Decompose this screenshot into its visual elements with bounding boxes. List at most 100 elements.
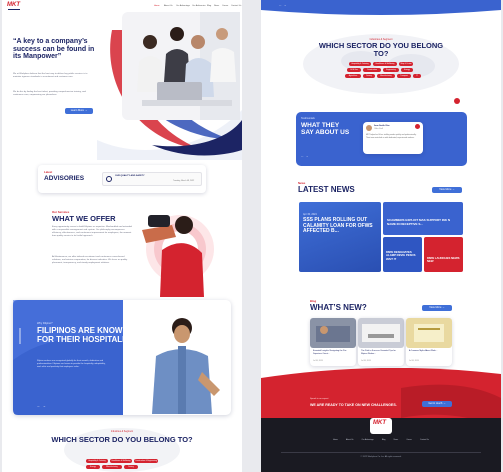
footer-copyright: © 2022 Workplace Co. Inc. All rights res… <box>360 456 402 458</box>
sector-pill[interactable]: Healthcare & Wellbeing <box>110 459 132 463</box>
filipinos-eyebrow: Why Filipino? <box>37 322 53 325</box>
news-main-card[interactable]: Apr 30, 2024 SSS PLANS ROLLING OUT CALAM… <box>299 202 381 272</box>
testimonial-text: MKT helped us fill our staffing needs qu… <box>366 134 417 139</box>
news-item-card[interactable]: DMW DESIGNATES ALAMP REVIE PESOS WAIT IT <box>383 237 422 272</box>
blog-post-date: Jul 16, 2024 <box>361 360 371 362</box>
cta-title: WE ARE READY TO TAKE ON NEW CHALLENGES. <box>310 403 397 407</box>
testimonials-eyebrow: Testimonials <box>301 117 315 120</box>
blog-post-title: Essential Insights: Navigating the Pre-D… <box>313 350 347 355</box>
hero-title: “A key to a company’s success can be fou… <box>13 38 95 61</box>
news-item-title: DMW DESIGNATES ALAMP REVIE PESOS WAIT IT <box>386 250 416 261</box>
arrow-right-icon: → <box>443 402 446 405</box>
advisory-item[interactable]: OUR QUALITY AND SAFETY Tuesday, March 08… <box>102 172 202 186</box>
sector-pill[interactable]: Ship & Cruise <box>399 62 413 66</box>
news-title: LATEST NEWS <box>298 185 355 194</box>
footer-link-news[interactable]: News <box>394 439 399 441</box>
sector-pill[interactable]: Manufacturing <box>102 465 122 469</box>
sector-pill[interactable]: Agriculture <box>345 74 361 78</box>
sector-pill[interactable]: Construction & Engineering <box>134 459 158 463</box>
footer-divider <box>281 452 481 453</box>
news-item-card[interactable]: SCAMMERS EXPLOIT MAS SUPPORT INK N NAME … <box>383 202 463 235</box>
footer-link-about[interactable]: About Us <box>346 439 353 441</box>
footer-logo[interactable]: MKT <box>373 420 386 426</box>
advisory-item-date: Tuesday, March 08, 2022 <box>173 180 195 182</box>
blog-post-card[interactable]: Essential Insights: Navigating the Pre-D… <box>310 318 356 366</box>
advisory-item-title: OUR QUALITY AND SAFETY <box>115 175 145 177</box>
blog-post-image <box>358 318 404 348</box>
footer-link-blog[interactable]: Blog <box>382 439 386 441</box>
cta-eyebrow: Speak to an expert <box>310 398 329 400</box>
landing-page-top: MKT Home About Us Our Advantage Our Advi… <box>2 0 242 472</box>
sector-world-map <box>64 428 180 472</box>
sector-pill[interactable]: Energy <box>86 465 100 469</box>
sector-world-map <box>303 34 459 94</box>
news-item-title: DMW LAUNCHES NEWS NEW <box>427 256 460 264</box>
sector-title: WHICH SECTOR DO YOU BELONG TO? <box>51 435 193 444</box>
cta-get-in-touch-button[interactable]: Get in touch → <box>422 401 452 407</box>
hero-team-photo <box>122 12 240 120</box>
filipino-man-photo <box>152 318 220 414</box>
offer-paragraph-1: Every opportunity serves to build Filipi… <box>52 226 132 237</box>
top-carousel-nav[interactable]: ← → <box>279 3 287 7</box>
sector-pill[interactable]: Driving <box>124 465 138 469</box>
blog-title: WHAT’S NEW? <box>310 303 367 312</box>
sector-pill[interactable]: Oil & Gas <box>347 68 361 72</box>
blog-post-image <box>406 318 452 348</box>
filipinos-accent-bar <box>19 328 21 344</box>
advisories-eyebrow: Latest <box>44 170 53 174</box>
testimonials-carousel-nav[interactable]: ← → <box>301 154 309 158</box>
sector-pill[interactable]: Hospitality & Catering <box>349 62 371 66</box>
testimonial-name: Jane Smith Olve <box>374 125 390 127</box>
filipinos-carousel-nav[interactable]: ← → <box>37 404 46 408</box>
quote-badge-icon <box>454 98 460 104</box>
sector-pill[interactable]: Driving <box>363 74 375 78</box>
blog-post-title: A Common Myths About Work... <box>409 350 438 352</box>
footer-link-career[interactable]: Career <box>406 439 412 441</box>
advisories-card: Latest ADVISORIES OUR QUALITY AND SAFETY… <box>38 165 206 193</box>
arrow-right-icon: → <box>84 109 88 112</box>
blog-view-more-button[interactable]: View More → <box>422 305 452 311</box>
quote-icon <box>415 124 420 129</box>
offer-title: WHAT WE OFFER <box>52 214 116 223</box>
arrow-right-icon: → <box>442 306 445 309</box>
top-blue-band <box>261 0 501 15</box>
footer-links: Home About Us Our Advantage Blog News Ca… <box>333 439 429 441</box>
hero-paragraph-2: We do this by finding the best talent, p… <box>13 91 86 96</box>
testimonial-card: Jane Smith Olve Office Staff MKT helped … <box>363 122 423 154</box>
hero-learn-more-button[interactable]: Learn More → <box>65 108 93 114</box>
sector-title: WHICH SECTOR DO YOU BELONG TO? <box>318 41 444 58</box>
sector-pill[interactable]: Construction <box>363 68 381 72</box>
sector-pill[interactable]: Healthcare & Wellbeing <box>373 62 397 66</box>
blog-post-card[interactable]: A Common Myths About Work... Jul 16, 202… <box>406 318 452 366</box>
sector-pill[interactable]: Manufacturing <box>377 74 395 78</box>
binoculars-man-photo <box>142 215 214 297</box>
news-item-title: SCAMMERS EXPLOIT MAS SUPPORT INK N NAME … <box>387 218 451 226</box>
sector-pill[interactable]: Engineering <box>383 68 399 72</box>
sector-pill[interactable]: IT <box>413 74 421 78</box>
sector-pill[interactable]: Energy <box>401 68 413 72</box>
filipinos-title: FILIPINOS ARE KNOWN FOR THEIR HOSPITALIT… <box>37 326 135 344</box>
filipinos-card-blue-panel <box>13 300 123 415</box>
news-main-title: SSS PLANS ROLLING OUT CALAMITY LOAN FOR … <box>303 217 373 235</box>
testimonials-title: WHAT THEY SAY ABOUT US <box>301 122 350 136</box>
sector-pill[interactable]: Hospitality & Catering <box>86 459 108 463</box>
blog-post-date: Jul 16, 2024 <box>409 360 419 362</box>
landing-page-bottom: ← → Industries & Segment WHICH SECTOR DO… <box>261 0 501 472</box>
news-item-card[interactable]: DMW LAUNCHES NEWS NEW <box>424 237 463 272</box>
advisories-title: ADVISORIES <box>44 175 85 182</box>
blog-post-title: The Path to Success: Essential Tips for … <box>361 350 396 355</box>
footer-link-contact[interactable]: Contact Us <box>420 439 429 441</box>
blog-post-image <box>310 318 356 348</box>
footer-link-advantage[interactable]: Our Advantage <box>362 439 374 441</box>
arrow-right-icon: → <box>452 188 455 191</box>
avatar <box>366 125 372 131</box>
blog-post-card[interactable]: The Path to Success: Essential Tips for … <box>358 318 404 366</box>
news-view-more-button[interactable]: View More → <box>432 187 462 193</box>
sector-eyebrow: Industries & Segment <box>111 431 133 433</box>
offer-paragraph-2: At Maintenance, we offer tailored recrui… <box>52 256 128 264</box>
sector-pill[interactable]: Transport <box>397 74 411 78</box>
footer-link-home[interactable]: Home <box>333 439 338 441</box>
hero-paragraph-1: We at Workplace believe that the best wa… <box>13 73 88 78</box>
advisory-logo-icon <box>106 176 112 182</box>
testimonial-role: Office Staff <box>374 128 383 130</box>
